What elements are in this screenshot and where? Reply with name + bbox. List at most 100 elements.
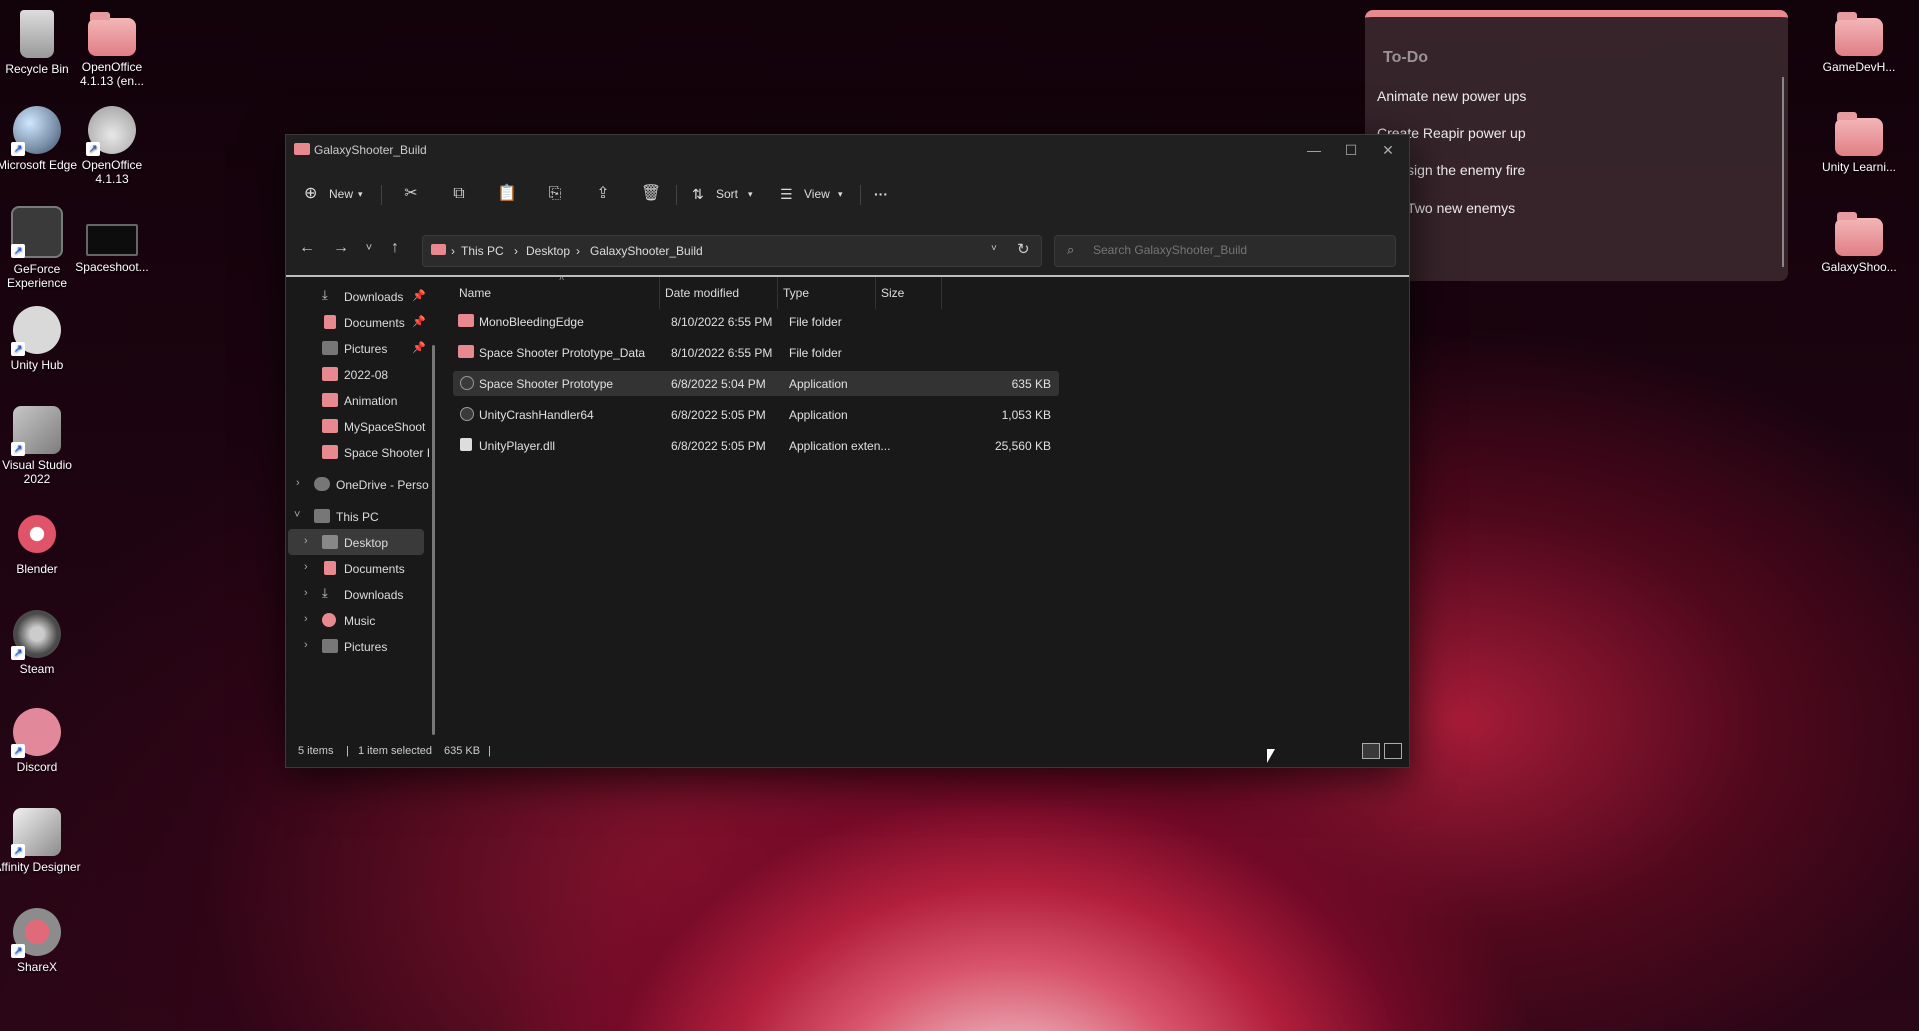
large-icons-view-button[interactable]: [1384, 743, 1402, 759]
cut-icon[interactable]: ✂: [398, 181, 424, 207]
close-button[interactable]: ✕: [1368, 139, 1408, 161]
desktop-icon-blender[interactable]: Blender: [0, 510, 84, 576]
breadcrumb-galaxyshooter[interactable]: GalaxyShooter_Build: [590, 244, 703, 258]
desktop-icon-label: Visual Studio 2022: [2, 458, 72, 486]
more-options-button[interactable]: ···: [874, 183, 904, 205]
file-date: 6/8/2022 5:05 PM: [671, 439, 766, 453]
nav-item-downloads[interactable]: ⤓ Downloads 📌: [286, 283, 426, 309]
nav-item-pictures[interactable]: Pictures 📌: [286, 335, 426, 361]
shortcut-arrow-icon: ↗: [11, 844, 25, 858]
share-icon[interactable]: ⇪: [590, 181, 616, 207]
paste-icon[interactable]: 📋: [494, 181, 520, 207]
desktop-icon-openoffice[interactable]: ↗ OpenOffice 4.1.13: [65, 106, 159, 186]
sort-button[interactable]: ⇅ Sort ▾: [692, 183, 756, 205]
chevron-right-icon[interactable]: ›: [304, 535, 308, 547]
chevron-down-icon: ▾: [748, 189, 753, 199]
status-selected-size: 635 KB: [444, 745, 481, 757]
desktop-icon-discord[interactable]: ↗ Discord: [0, 708, 84, 774]
delete-icon[interactable]: 🗑: [638, 181, 664, 207]
nav-item-pictures-pc[interactable]: › Pictures: [286, 633, 426, 659]
new-button[interactable]: ⊕ New ▾: [304, 183, 368, 205]
file-name: UnityPlayer.dll: [479, 439, 556, 453]
chevron-right-icon[interactable]: ›: [304, 613, 308, 625]
desktop-icon-sharex[interactable]: ↗ ShareX: [0, 908, 84, 974]
file-row-selected[interactable]: Space Shooter Prototype 6/8/2022 5:04 PM…: [453, 371, 1059, 396]
affinity-designer-icon: ↗: [11, 808, 61, 858]
column-header-size[interactable]: Size: [881, 277, 904, 309]
chevron-right-icon[interactable]: ›: [304, 587, 308, 599]
file-name: UnityCrashHandler64: [479, 408, 594, 422]
nav-item-label: Pictures: [344, 640, 388, 654]
breadcrumb-desktop[interactable]: Desktop: [526, 244, 570, 258]
nav-item-documents-pc[interactable]: › Documents: [286, 555, 426, 581]
nav-item-label: Downloads: [344, 588, 404, 602]
nav-item-label: Pictures: [344, 342, 388, 356]
nav-item-documents[interactable]: Documents 📌: [286, 309, 426, 335]
file-row[interactable]: UnityPlayer.dll 6/8/2022 5:05 PM Applica…: [453, 433, 1059, 458]
column-divider[interactable]: [875, 277, 876, 309]
up-button[interactable]: ↑: [382, 235, 408, 261]
file-type: File folder: [789, 346, 842, 360]
file-row[interactable]: MonoBleedingEdge 8/10/2022 6:55 PM File …: [453, 309, 1059, 334]
recent-locations-button[interactable]: ˅: [356, 235, 382, 261]
column-header-name[interactable]: Name: [459, 277, 491, 309]
desktop-icon-steam[interactable]: ↗ Steam: [0, 610, 84, 676]
details-view-button[interactable]: [1362, 743, 1380, 759]
column-header-type[interactable]: Type: [783, 277, 809, 309]
title-bar[interactable]: GalaxyShooter_Build — ☐ ✕: [286, 135, 1409, 165]
search-box[interactable]: ⌕: [1054, 235, 1396, 267]
nav-item-onedrive[interactable]: › OneDrive - Perso: [286, 471, 429, 497]
file-row[interactable]: UnityCrashHandler64 6/8/2022 5:05 PM App…: [453, 402, 1059, 427]
folder-icon: [458, 314, 474, 327]
nav-scrollbar[interactable]: [432, 345, 435, 735]
desktop-icon-affinity[interactable]: ↗ Affinity Designer: [0, 808, 84, 874]
search-input[interactable]: [1091, 242, 1385, 258]
todo-task[interactable]: sign the enemy fire: [1407, 162, 1525, 178]
desktop-icon-unity-hub[interactable]: ↗ Unity Hub: [0, 306, 84, 372]
refresh-icon[interactable]: ↻: [1017, 240, 1030, 258]
steam-icon: ↗: [11, 610, 61, 660]
nav-item-label: Documents: [344, 316, 405, 330]
desktop-icon-gamedevh[interactable]: GameDevH...: [1812, 10, 1906, 74]
column-divider[interactable]: [659, 277, 660, 309]
forward-button[interactable]: →: [328, 235, 354, 261]
file-explorer-window: GalaxyShooter_Build — ☐ ✕ ⊕ New ▾ ✂ ⧉ 📋 …: [285, 134, 1410, 768]
unity-hub-icon: ↗: [11, 306, 61, 356]
todo-scrollbar[interactable]: [1782, 77, 1784, 267]
todo-task[interactable]: Two new enemys: [1407, 200, 1515, 216]
back-button[interactable]: ←: [294, 235, 320, 261]
column-divider[interactable]: [941, 277, 942, 309]
nav-item-space-shooter[interactable]: Space Shooter I: [286, 439, 430, 465]
chevron-right-icon[interactable]: ›: [304, 639, 308, 651]
breadcrumb-this-pc[interactable]: This PC: [461, 244, 504, 258]
desktop-icon-galaxyshooter[interactable]: GalaxyShoo...: [1812, 210, 1906, 274]
nav-item-this-pc[interactable]: ˅ This PC: [286, 503, 426, 529]
desktop-icon-unity-learn[interactable]: Unity Learni...: [1812, 110, 1906, 174]
nav-item-music[interactable]: › Music: [286, 607, 426, 633]
minimize-button[interactable]: —: [1294, 139, 1334, 161]
nav-item-downloads-pc[interactable]: › ⤓ Downloads: [286, 581, 426, 607]
chevron-right-icon[interactable]: ›: [304, 561, 308, 573]
nav-item-desktop[interactable]: › Desktop: [288, 529, 424, 555]
chevron-right-icon[interactable]: ›: [296, 477, 300, 489]
file-name: Space Shooter Prototype_Data: [479, 346, 646, 360]
view-button[interactable]: ☰ View ▾: [780, 183, 848, 205]
chevron-down-icon[interactable]: ˅: [294, 509, 300, 521]
copy-icon[interactable]: ⧉: [446, 181, 472, 207]
desktop-icon-openoffice-folder[interactable]: OpenOffice 4.1.13 (en...: [65, 10, 159, 88]
nav-item-2022-08[interactable]: 2022-08: [286, 361, 426, 387]
column-header-date[interactable]: Date modified: [665, 277, 739, 309]
maximize-button[interactable]: ☐: [1331, 139, 1371, 161]
todo-task[interactable]: Animate new power ups: [1377, 88, 1526, 104]
file-type: Application: [789, 377, 848, 391]
desktop-icon-visual-studio[interactable]: ↗ Visual Studio 2022: [0, 406, 84, 486]
nav-item-animation[interactable]: Animation: [286, 387, 426, 413]
nav-item-myspaceshoot[interactable]: MySpaceShoot: [286, 413, 426, 439]
address-bar[interactable]: › This PC › Desktop › GalaxyShooter_Buil…: [422, 235, 1042, 267]
file-row[interactable]: Space Shooter Prototype_Data 8/10/2022 6…: [453, 340, 1059, 365]
desktop-icon-spaceshooter-video[interactable]: Spaceshoot...: [65, 216, 159, 274]
chevron-down-icon[interactable]: ˅: [991, 243, 997, 254]
rename-icon[interactable]: ⎘: [542, 181, 568, 207]
column-divider[interactable]: [777, 277, 778, 309]
shortcut-arrow-icon: ↗: [11, 744, 25, 758]
